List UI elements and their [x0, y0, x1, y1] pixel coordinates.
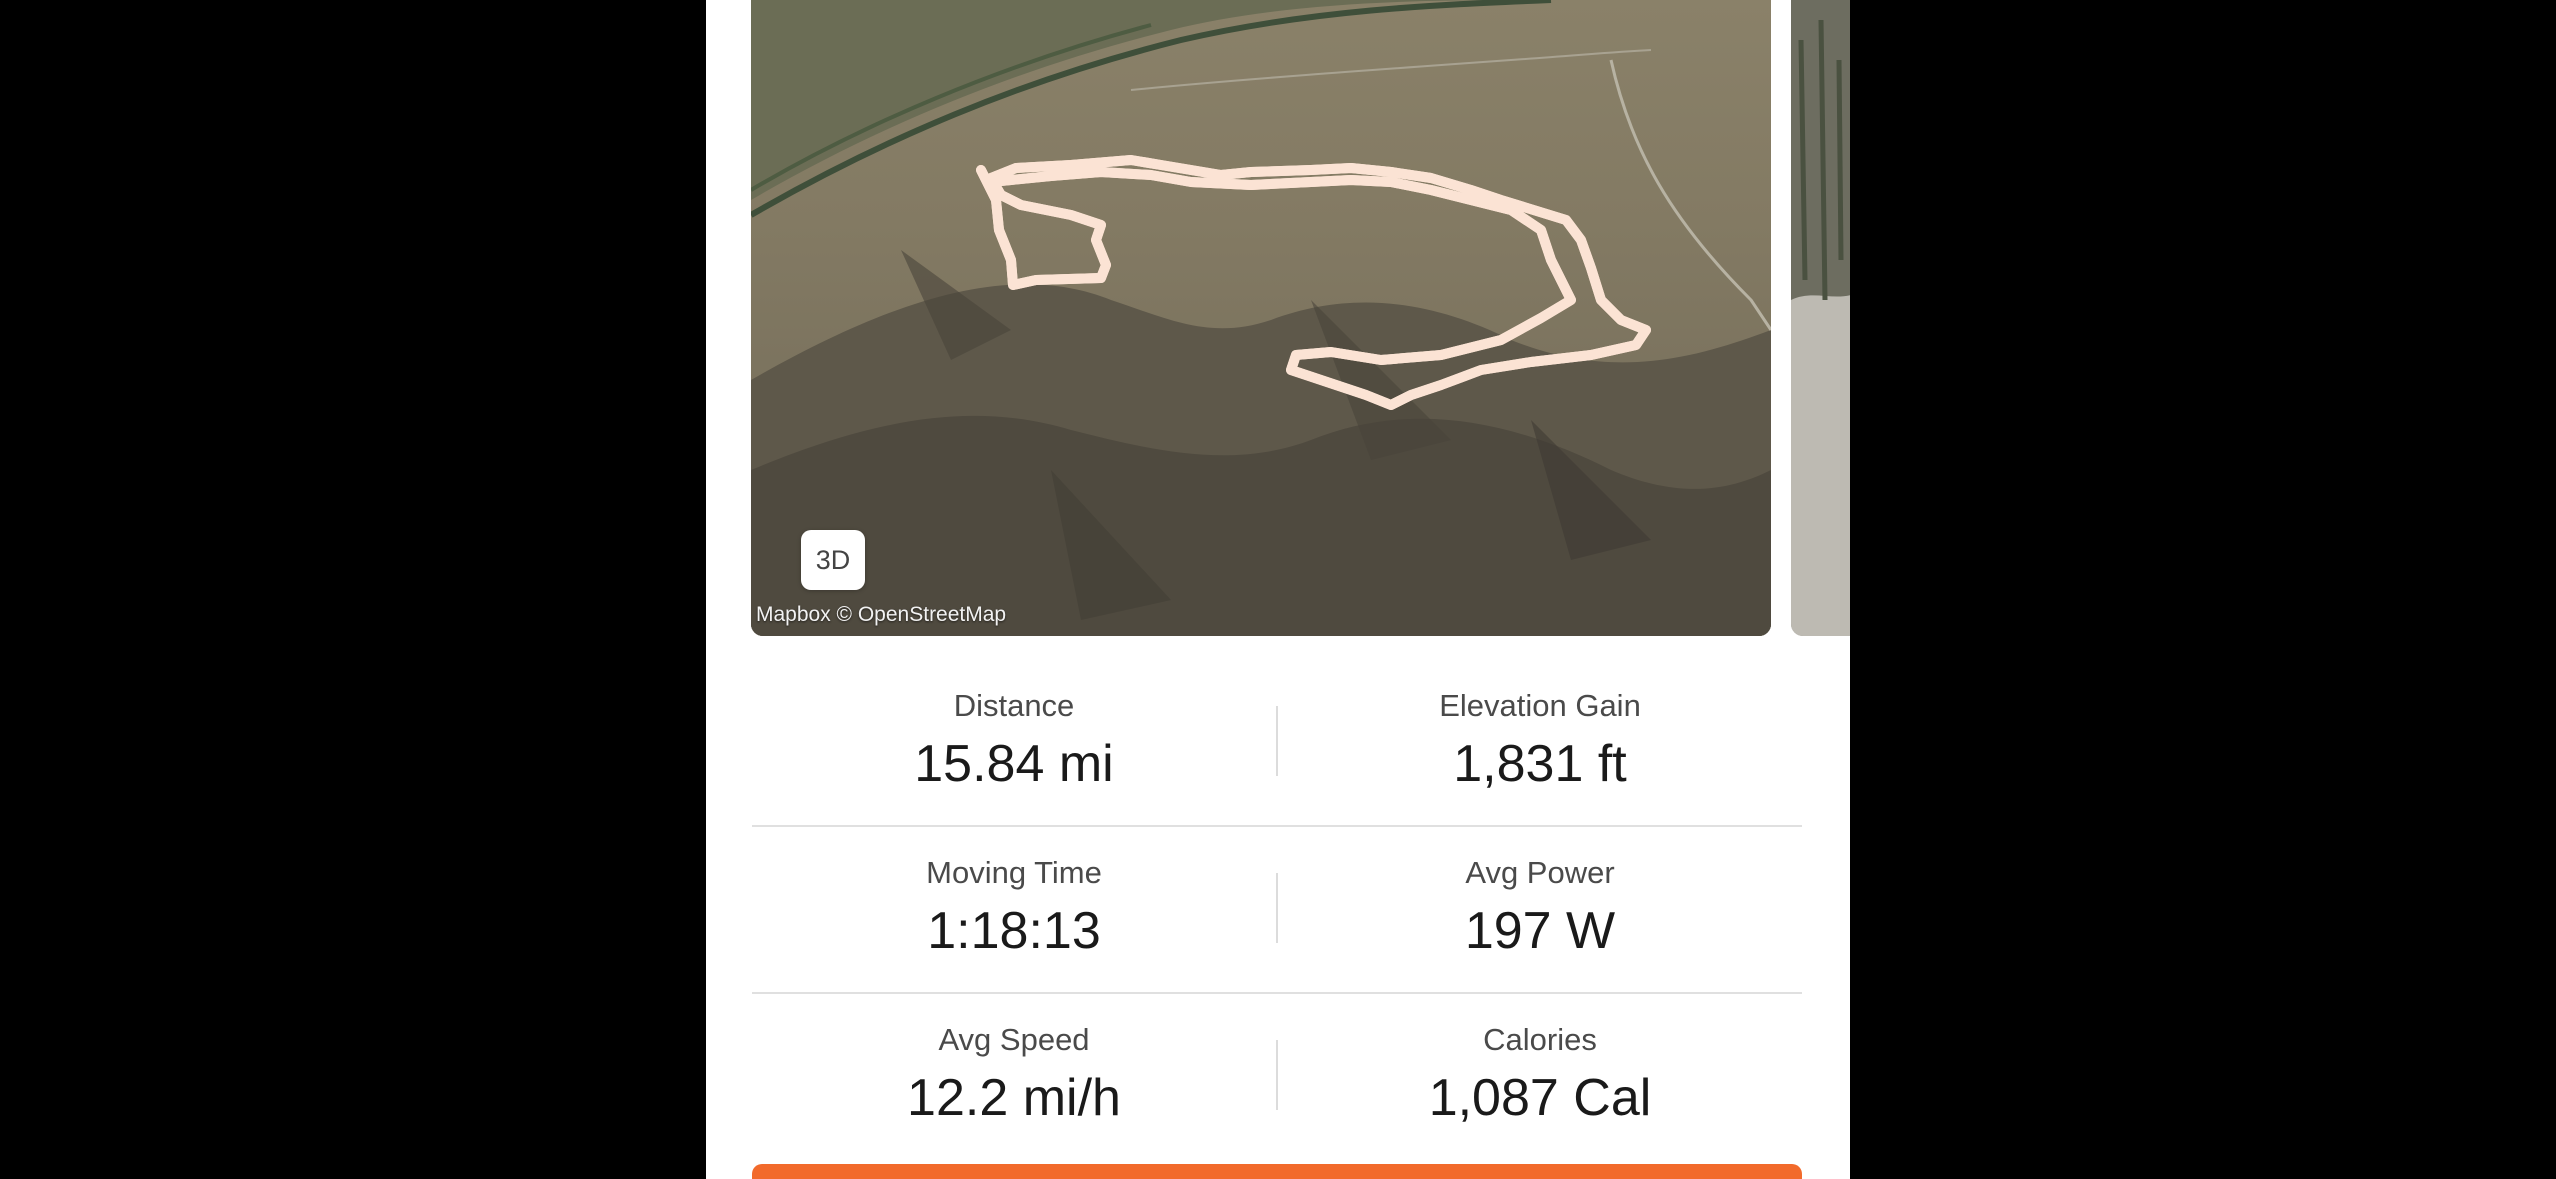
stat-value: 1:18:13	[927, 902, 1101, 960]
activity-stats: Distance 15.84 mi Elevation Gain 1,831 f…	[752, 660, 1802, 1159]
stat-value: 1,831 ft	[1453, 735, 1627, 793]
stats-row: Moving Time 1:18:13 Avg Power 197 W	[752, 827, 1802, 994]
stat-elevation-gain: Elevation Gain 1,831 ft	[1278, 688, 1802, 794]
primary-action-button[interactable]	[752, 1164, 1802, 1179]
stat-value: 12.2 mi/h	[907, 1069, 1121, 1127]
stat-label: Avg Power	[1465, 855, 1615, 890]
activity-photo-thumbnail[interactable]	[1791, 0, 1850, 636]
stat-label: Moving Time	[926, 855, 1102, 890]
activity-screen: 3D Mapbox © OpenStreetMap Distance 15.84…	[706, 0, 1850, 1179]
stat-label: Calories	[1483, 1022, 1597, 1057]
stat-value: 1,087 Cal	[1428, 1069, 1652, 1127]
terrain-map	[751, 0, 1771, 636]
stat-moving-time: Moving Time 1:18:13	[752, 855, 1276, 961]
stat-calories: Calories 1,087 Cal	[1278, 1022, 1802, 1128]
stat-avg-power: Avg Power 197 W	[1278, 855, 1802, 961]
map-attribution[interactable]: Mapbox © OpenStreetMap	[756, 603, 1006, 627]
stat-value: 15.84 mi	[914, 735, 1114, 793]
stat-label: Elevation Gain	[1439, 688, 1641, 723]
stat-label: Avg Speed	[938, 1022, 1090, 1057]
stat-label: Distance	[953, 688, 1075, 723]
toggle-3d-button[interactable]: 3D	[801, 530, 865, 590]
stat-value: 197 W	[1464, 902, 1616, 960]
stats-row: Distance 15.84 mi Elevation Gain 1,831 f…	[752, 660, 1802, 827]
stat-distance: Distance 15.84 mi	[752, 688, 1276, 794]
stats-row: Avg Speed 12.2 mi/h Calories 1,087 Cal	[752, 994, 1802, 1159]
stat-avg-speed: Avg Speed 12.2 mi/h	[752, 1022, 1276, 1128]
route-map[interactable]: 3D Mapbox © OpenStreetMap	[751, 0, 1771, 636]
